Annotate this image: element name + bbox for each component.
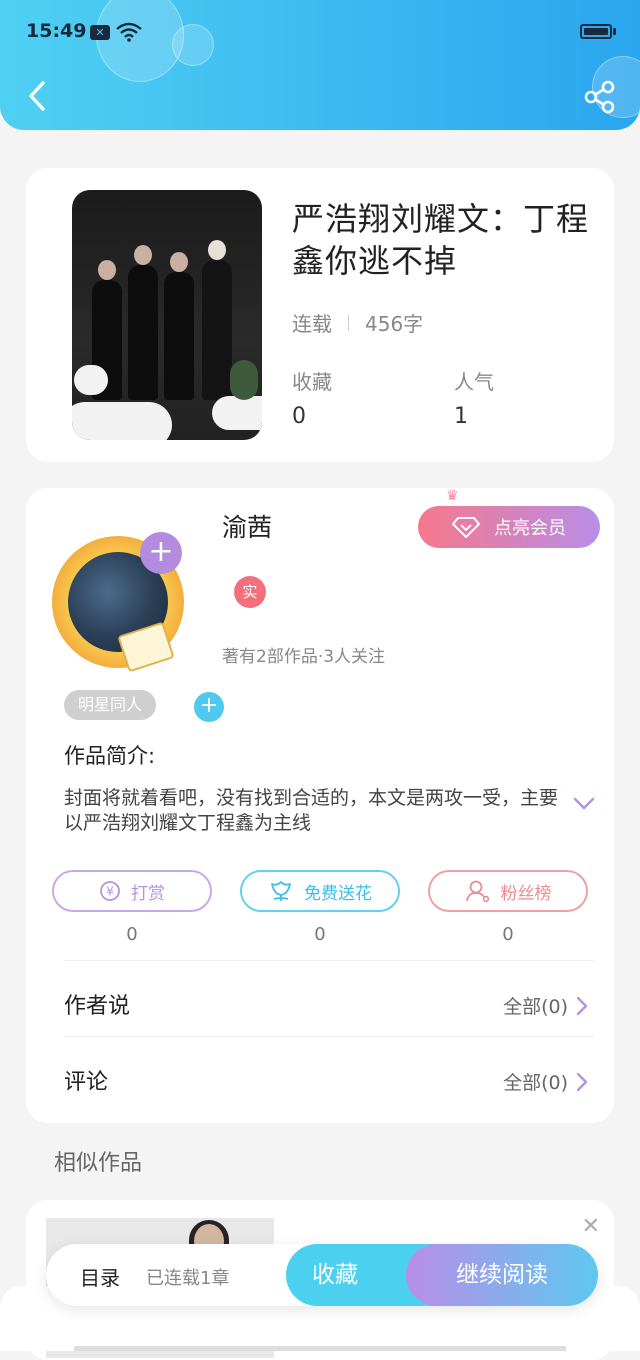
book-title: 严浩翔刘耀文：丁程鑫你逃不掉 [292, 200, 590, 280]
follow-author-button[interactable]: + [140, 532, 182, 574]
intro-label: 作品简介: [64, 744, 156, 768]
back-button[interactable] [20, 78, 54, 114]
bottom-strip [74, 1346, 566, 1351]
flower-icon [271, 881, 291, 901]
serial-status: 连载 [292, 312, 332, 336]
share-button[interactable] [584, 80, 616, 114]
author-says-all-link[interactable]: 全部(0) [503, 992, 588, 1019]
top-header: 15:49 ✕ [0, 0, 640, 130]
divider [64, 960, 594, 961]
crown-icon: ♛ [446, 488, 459, 504]
real-name-badge: 实 [234, 576, 266, 608]
status-icons: ✕ [90, 22, 142, 42]
author-meta: 著有2部作品·3人关注 [222, 647, 386, 667]
battery-cap [613, 28, 616, 35]
chapter-count: 已连载1章 [146, 1268, 230, 1289]
fan-ranking-label: 粉丝榜 [500, 883, 552, 904]
cover-figure [164, 252, 194, 400]
toc-button[interactable]: 目录 [80, 1262, 120, 1291]
book-status-row: 连载 456字 [292, 308, 423, 337]
chevron-right-icon [576, 996, 588, 1015]
cover-figure [128, 245, 158, 400]
divider [348, 314, 349, 331]
genre-tag[interactable]: 明星同人 [64, 690, 157, 720]
author-says-label: 作者说 [64, 994, 131, 1019]
cover-cloud [72, 402, 172, 440]
author-name: 渝茜 [222, 513, 273, 542]
diamond-icon [452, 517, 480, 538]
comments-label: 评论 [64, 1070, 109, 1095]
continue-reading-button[interactable]: 继续阅读 [406, 1244, 598, 1306]
comments-all-link[interactable]: 全部(0) [503, 1068, 588, 1095]
divider [64, 1036, 594, 1037]
wifi-icon [116, 22, 142, 42]
fan-ranking-button[interactable]: 粉丝榜 [428, 870, 588, 912]
cover-cactus [230, 360, 258, 400]
share-icon [584, 80, 615, 114]
author-card: + 渝茜 ♛ 点亮会员 实 著有2部作品·3人关注 明星同人 + 作品简介: 封… [26, 488, 614, 1123]
word-count: 456字 [365, 312, 424, 336]
fan-count: 0 [502, 924, 514, 945]
notification-icon: ✕ [90, 24, 110, 40]
cover-cloud [74, 365, 108, 395]
popularity-label: 人气 [454, 370, 494, 394]
chevron-left-icon [29, 81, 45, 111]
send-flower-button[interactable]: 免费送花 [240, 870, 400, 912]
battery-icon [580, 24, 612, 39]
book-info-card: 严浩翔刘耀文：丁程鑫你逃不掉 连载 456字 收藏 0 人气 1 [26, 168, 614, 462]
chevron-right-icon [576, 1072, 588, 1091]
cover-figure [202, 240, 232, 400]
favorites-count: 0 [292, 404, 306, 429]
svg-text:¥: ¥ [106, 885, 114, 899]
expand-intro-button[interactable] [572, 796, 596, 816]
user-icon [465, 880, 489, 903]
favorites-label: 收藏 [292, 370, 332, 394]
add-tag-button[interactable]: + [194, 692, 224, 722]
comments-link-text: 全部(0) [503, 1072, 568, 1094]
close-icon[interactable]: ✕ [582, 1214, 600, 1239]
chevron-down-icon [573, 797, 595, 810]
intro-text: 封面将就着看吧，没有找到合适的，本文是两攻一受，主要以严浩翔刘耀文丁程鑫为主线 [64, 787, 559, 834]
vip-button-label: 点亮会员 [494, 518, 566, 539]
vip-button[interactable]: 点亮会员 [418, 506, 600, 548]
decor-bubble [172, 24, 214, 66]
popularity-count: 1 [454, 404, 468, 429]
yen-coin-icon: ¥ [100, 881, 120, 901]
cover-cloud [212, 396, 262, 430]
send-flower-label: 免费送花 [304, 883, 372, 904]
book-cover[interactable] [72, 190, 262, 440]
tip-count: 0 [126, 924, 138, 945]
flower-count: 0 [314, 924, 326, 945]
status-time: 15:49 [26, 20, 87, 42]
tip-label: 打赏 [131, 883, 165, 904]
tip-button[interactable]: ¥ 打赏 [52, 870, 212, 912]
similar-works-title: 相似作品 [54, 1151, 143, 1176]
author-says-link-text: 全部(0) [503, 996, 568, 1018]
reading-action-bar: 目录 已连载1章 收藏 继续阅读 [46, 1244, 598, 1306]
